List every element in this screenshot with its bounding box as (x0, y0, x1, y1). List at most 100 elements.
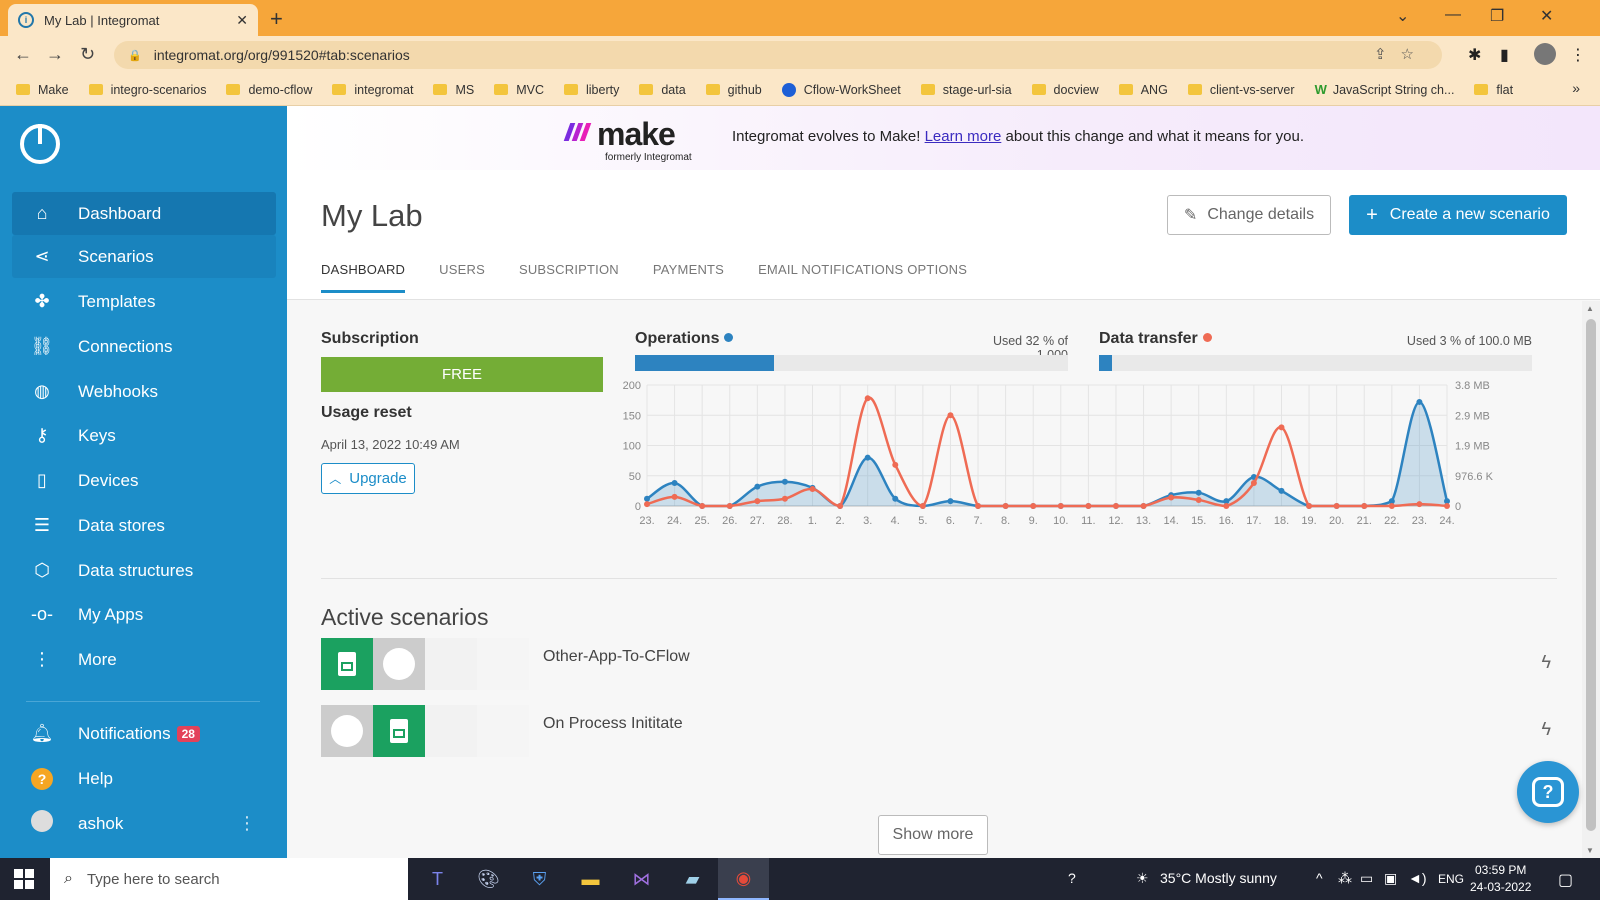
scroll-down-icon[interactable]: ▼ (1586, 846, 1594, 855)
sidebar-item-more[interactable]: ⋮ More (12, 638, 276, 681)
learn-more-link[interactable]: Learn more (925, 128, 1002, 145)
notes-icon[interactable]: ▰ (667, 858, 718, 900)
folder-icon (433, 84, 448, 95)
side-panel-icon[interactable]: ▮ (1500, 45, 1509, 65)
sidebar-item-connections[interactable]: ⛓ Connections (12, 325, 276, 368)
sidebar-item-scenarios[interactable]: ⋖ Scenarios (12, 235, 276, 278)
data-transfer-point (947, 412, 954, 419)
bookmark[interactable]: integromat (332, 83, 413, 97)
bookmark[interactable]: demo-cflow (226, 83, 312, 97)
upgrade-button[interactable]: ︿ Upgrade (321, 463, 415, 494)
data-transfer-point (1085, 503, 1092, 509)
run-bolt-icon[interactable]: ϟ (1541, 719, 1551, 740)
taskbar-search-input[interactable]: ⌕ Type here to search (50, 858, 408, 900)
tab-search-icon[interactable]: ⌄ (1396, 6, 1409, 26)
tab-users[interactable]: USERS (439, 262, 485, 293)
new-tab-icon[interactable]: + (270, 6, 283, 32)
sidebar-item-user[interactable]: ashok ⋮ (12, 802, 276, 845)
url-input[interactable]: 🔒 integromat.org/org/991520#tab:scenario… (114, 41, 1442, 69)
forward-icon[interactable]: → (46, 44, 64, 65)
teams-icon[interactable]: T (412, 858, 463, 900)
extensions-icon[interactable]: ✱ (1468, 45, 1481, 65)
network-icon[interactable]: ▣ (1384, 870, 1397, 887)
folder-icon (705, 84, 720, 95)
chrome-icon[interactable]: ◉ (718, 858, 769, 900)
support-chat-button[interactable]: ? (1517, 761, 1579, 823)
main-scrollbar[interactable]: ▲ ▼ (1582, 301, 1600, 858)
sidebar-item-templates[interactable]: ✤ Templates (12, 280, 276, 323)
sidebar-item-devices[interactable]: ▯ Devices (12, 459, 276, 502)
tab-dashboard[interactable]: DASHBOARD (321, 262, 406, 293)
bookmark[interactable]: Make (16, 83, 69, 97)
profile-avatar[interactable] (1534, 43, 1556, 65)
page-title: My Lab (321, 198, 423, 233)
bookmark[interactable]: client-vs-server (1187, 83, 1295, 97)
bookmark[interactable]: flat (1474, 83, 1513, 97)
scenario-name[interactable]: On Process Inititate (543, 715, 683, 733)
sidebar-item-help[interactable]: ? Help (12, 757, 276, 800)
sidebar-item-keys[interactable]: ⚷ Keys (12, 414, 276, 457)
reload-icon[interactable]: ↻ (80, 44, 95, 65)
address-bar: ← → ↻ 🔒 integromat.org/org/991520#tab:sc… (0, 36, 1600, 74)
browser-menu-icon[interactable]: ⋮ (1570, 45, 1586, 65)
browser-tab[interactable]: i My Lab | Integromat ✕ (8, 4, 258, 36)
bookmark[interactable]: W JavaScript String ch... (1315, 82, 1455, 97)
taskbar-clock[interactable]: 03:59 PM 24-03-2022 (1470, 862, 1531, 896)
tab-payments[interactable]: PAYMENTS (653, 262, 724, 293)
show-more-button[interactable]: Show more (878, 815, 988, 855)
language-indicator[interactable]: ENG (1438, 872, 1464, 886)
x-tick-label: 28. (777, 515, 792, 527)
close-window-icon[interactable]: ✕ (1540, 6, 1553, 26)
data-transfer-progress-fill (1099, 355, 1112, 371)
paint-icon[interactable]: 🎨︎ (463, 858, 514, 900)
x-tick-label: 14. (1163, 515, 1178, 527)
sidebar-item-data-structures[interactable]: ⬡ Data structures (12, 549, 276, 592)
scenario-name[interactable]: Other-App-To-CFlow (543, 648, 690, 666)
scenario-row[interactable]: On Process Inititate ϟ (321, 705, 1561, 757)
bookmark[interactable]: liberty (563, 83, 619, 97)
empty-module (477, 705, 529, 757)
windows-start-icon[interactable] (14, 869, 34, 889)
bookmark[interactable]: stage-url-sia (920, 83, 1012, 97)
sidebar-item-my-apps[interactable]: -o- My Apps (12, 593, 276, 636)
bookmark[interactable]: docview (1031, 83, 1099, 97)
sidebar-item-dashboard[interactable]: ⌂ Dashboard (12, 192, 276, 235)
user-menu-icon[interactable]: ⋮ (238, 813, 256, 834)
bookmark[interactable]: Cflow-WorkSheet (781, 82, 901, 97)
visual-studio-icon[interactable]: ⋈ (616, 858, 667, 900)
tray-overflow-icon[interactable]: ^ (1316, 870, 1323, 886)
bookmark[interactable]: github (705, 83, 762, 97)
teams-tray-icon[interactable]: ⁂ (1338, 870, 1352, 887)
tab-subscription[interactable]: SUBSCRIPTION (519, 262, 619, 293)
weather-text[interactable]: 35°C Mostly sunny (1160, 870, 1277, 886)
share-bookmark-icons[interactable]: ⇪☆ (1374, 45, 1428, 63)
bookmark[interactable]: MVC (494, 83, 544, 97)
minimize-icon[interactable]: — (1445, 6, 1461, 24)
help-tray-icon[interactable]: ? (1068, 870, 1076, 886)
change-details-button[interactable]: ✎ Change details (1167, 195, 1331, 235)
scrollbar-thumb[interactable] (1586, 319, 1596, 831)
volume-icon[interactable]: ◄) (1408, 870, 1427, 886)
more-bookmarks-icon[interactable]: » (1572, 80, 1580, 96)
defender-icon[interactable]: ⛨ (514, 858, 565, 900)
back-icon[interactable]: ← (14, 44, 32, 65)
integromat-logo-icon[interactable] (20, 124, 60, 164)
action-center-icon[interactable]: ▢ (1558, 870, 1573, 890)
scenario-row[interactable]: Other-App-To-CFlow ϟ (321, 638, 1561, 690)
sidebar-item-data-stores[interactable]: ☰ Data stores (12, 504, 276, 547)
bookmark[interactable]: MS (433, 83, 474, 97)
maximize-icon[interactable]: ❐ (1490, 6, 1504, 26)
tab-email-notifications[interactable]: EMAIL NOTIFICATIONS OPTIONS (758, 262, 967, 293)
close-tab-icon[interactable]: ✕ (236, 12, 248, 29)
sidebar-item-notifications[interactable]: 🔔︎ Notifications 28 (12, 712, 276, 755)
sidebar-item-webhooks[interactable]: ◍ Webhooks (12, 370, 276, 413)
scroll-up-icon[interactable]: ▲ (1586, 304, 1594, 313)
run-bolt-icon[interactable]: ϟ (1541, 652, 1551, 673)
battery-icon[interactable]: ▭ (1360, 870, 1373, 887)
bookmark[interactable]: ANG (1118, 83, 1168, 97)
data-transfer-point (1112, 503, 1119, 509)
create-scenario-button[interactable]: + Create a new scenario (1349, 195, 1567, 235)
bookmark[interactable]: integro-scenarios (88, 83, 206, 97)
bookmark[interactable]: data (639, 83, 686, 97)
file-explorer-icon[interactable]: ▬ (565, 858, 616, 900)
